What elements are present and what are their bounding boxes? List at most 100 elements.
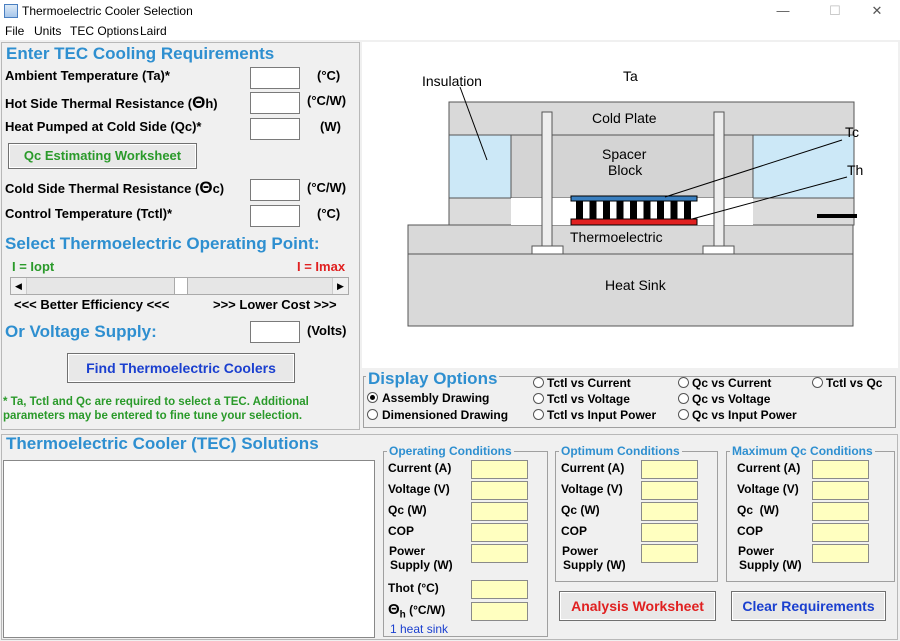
insulation-left xyxy=(448,134,512,199)
wire xyxy=(817,214,857,218)
op-cop-value xyxy=(471,523,528,542)
heat-sink-label: Heat Sink xyxy=(605,277,666,293)
voltage-heading: Or Voltage Supply: xyxy=(5,322,157,341)
cold-plate-label: Cold Plate xyxy=(592,110,657,126)
menu-laird[interactable]: Laird xyxy=(140,24,167,38)
radio-dot[interactable] xyxy=(533,393,544,404)
control-input[interactable] xyxy=(250,205,300,227)
max-qc-label: Qc (W) xyxy=(737,503,779,517)
op-thot-label: Thot (°C) xyxy=(388,581,439,595)
radio-dot[interactable] xyxy=(678,377,689,388)
find-coolers-button[interactable]: Find Thermoelectric Coolers xyxy=(67,353,295,383)
menu-tec-options[interactable]: TEC Options xyxy=(70,24,139,38)
operating-point-slider[interactable]: ◀ ▶ xyxy=(10,277,349,295)
tec-pellet xyxy=(603,201,610,219)
tec-pellet xyxy=(616,201,624,219)
op-theta-value xyxy=(471,602,528,621)
close-button[interactable]: ✕ xyxy=(854,0,900,22)
requirements-note: * Ta, Tctl and Qc are required to select… xyxy=(3,396,309,422)
solutions-heading: Thermoelectric Cooler (TEC) Solutions xyxy=(6,434,319,453)
ambient-label: Ambient Temperature (Ta)* xyxy=(5,68,170,83)
radio-dot[interactable] xyxy=(533,377,544,388)
screw-right xyxy=(713,111,725,253)
opt-voltage-value xyxy=(641,481,698,500)
radio-dot[interactable] xyxy=(678,393,689,404)
app-icon xyxy=(4,4,18,18)
hot-res-input[interactable] xyxy=(250,92,300,114)
maximize-button[interactable]: ☐ xyxy=(812,0,858,22)
opt-qc-value xyxy=(641,502,698,521)
ambient-input[interactable] xyxy=(250,67,300,89)
op-current-label: Current (A) xyxy=(388,461,452,475)
tc-label: Tc xyxy=(845,124,859,140)
maximum-conditions-title: Maximum Qc Conditions xyxy=(730,444,875,458)
efficiency-caption: <<< Better Efficiency <<< xyxy=(14,297,170,312)
control-unit: (°C) xyxy=(317,206,341,221)
imax-label: I = Imax xyxy=(297,259,346,274)
radio-dot[interactable] xyxy=(678,409,689,420)
max-voltage-label: Voltage (V) xyxy=(737,482,799,496)
opt-qc-label: Qc (W) xyxy=(561,503,600,517)
radio-dot[interactable] xyxy=(533,409,544,420)
requirements-heading: Enter TEC Cooling Requirements xyxy=(6,44,275,63)
op-theta-label: Θh (°C/W) xyxy=(388,601,446,621)
op-power-value xyxy=(471,544,528,563)
max-cop-value xyxy=(812,523,869,542)
opt-power-label: Power Supply (W) xyxy=(562,544,626,572)
nut-left xyxy=(531,245,564,255)
hot-res-label: Hot Side Thermal Resistance (Θh) xyxy=(5,93,218,112)
window-title: Thermoelectric Cooler Selection xyxy=(22,4,193,18)
display-options-heading: Display Options xyxy=(366,369,500,389)
cold-res-unit: (°C/W) xyxy=(307,180,347,195)
minimize-button[interactable]: — xyxy=(760,0,806,22)
tec-cold-plate xyxy=(570,195,698,202)
op-qc-value xyxy=(471,502,528,521)
iopt-label: I = Iopt xyxy=(12,259,55,274)
opt-cop-label: COP xyxy=(561,524,588,538)
voltage-input[interactable] xyxy=(250,321,300,343)
opt-cop-value xyxy=(641,523,698,542)
op-voltage-label: Voltage (V) xyxy=(388,482,450,496)
hot-res-unit: (°C/W) xyxy=(307,93,347,108)
radio-dot[interactable] xyxy=(812,377,823,388)
heat-label: Heat Pumped at Cold Side (Qc)* xyxy=(5,119,202,134)
tec-hot-plate xyxy=(570,218,698,226)
tec-pellet xyxy=(643,201,651,219)
max-power-value xyxy=(812,544,869,563)
th-label: Th xyxy=(847,162,864,178)
analysis-worksheet-button[interactable]: Analysis Worksheet xyxy=(559,591,716,621)
tec-pellets xyxy=(576,201,691,219)
menu-file[interactable]: File xyxy=(5,24,24,38)
op-cop-label: COP xyxy=(388,524,415,538)
cost-caption: >>> Lower Cost >>> xyxy=(213,297,337,312)
solutions-list[interactable] xyxy=(3,460,375,638)
radio-assembly-dot[interactable] xyxy=(367,392,378,403)
qc-worksheet-button[interactable]: Qc Estimating Worksheet xyxy=(8,143,197,169)
menu-units[interactable]: Units xyxy=(34,24,61,38)
opt-current-label: Current (A) xyxy=(561,461,625,475)
heat-sink-link[interactable]: 1 heat sink xyxy=(390,622,448,636)
spacer-label: Spacer xyxy=(602,146,647,162)
operating-point-heading: Select Thermoelectric Operating Point: xyxy=(5,234,320,253)
cold-res-input[interactable] xyxy=(250,179,300,201)
max-current-label: Current (A) xyxy=(737,461,801,475)
voltage-unit: (Volts) xyxy=(307,323,347,338)
op-voltage-value xyxy=(471,481,528,500)
tec-pellet xyxy=(657,201,664,219)
slider-right-arrow[interactable]: ▶ xyxy=(332,278,348,294)
tec-pellet xyxy=(576,201,583,219)
heat-input[interactable] xyxy=(250,118,300,140)
thermoelectric-label: Thermoelectric xyxy=(570,229,663,245)
tec-pellet xyxy=(670,201,678,219)
op-qc-label: Qc (W) xyxy=(388,503,427,517)
radio-dimensioned-dot[interactable] xyxy=(367,409,378,420)
tec-pellet xyxy=(630,201,637,219)
op-thot-value xyxy=(471,580,528,599)
slider-thumb[interactable] xyxy=(173,278,188,294)
max-cop-label: COP xyxy=(737,524,764,538)
slider-left-arrow[interactable]: ◀ xyxy=(11,278,27,294)
screw-left xyxy=(541,111,553,253)
assembly-drawing: Insulation Ta Cold Plate Spacer Block Tc… xyxy=(362,42,898,368)
block-label: Block xyxy=(608,162,643,178)
clear-requirements-button[interactable]: Clear Requirements xyxy=(731,591,886,621)
